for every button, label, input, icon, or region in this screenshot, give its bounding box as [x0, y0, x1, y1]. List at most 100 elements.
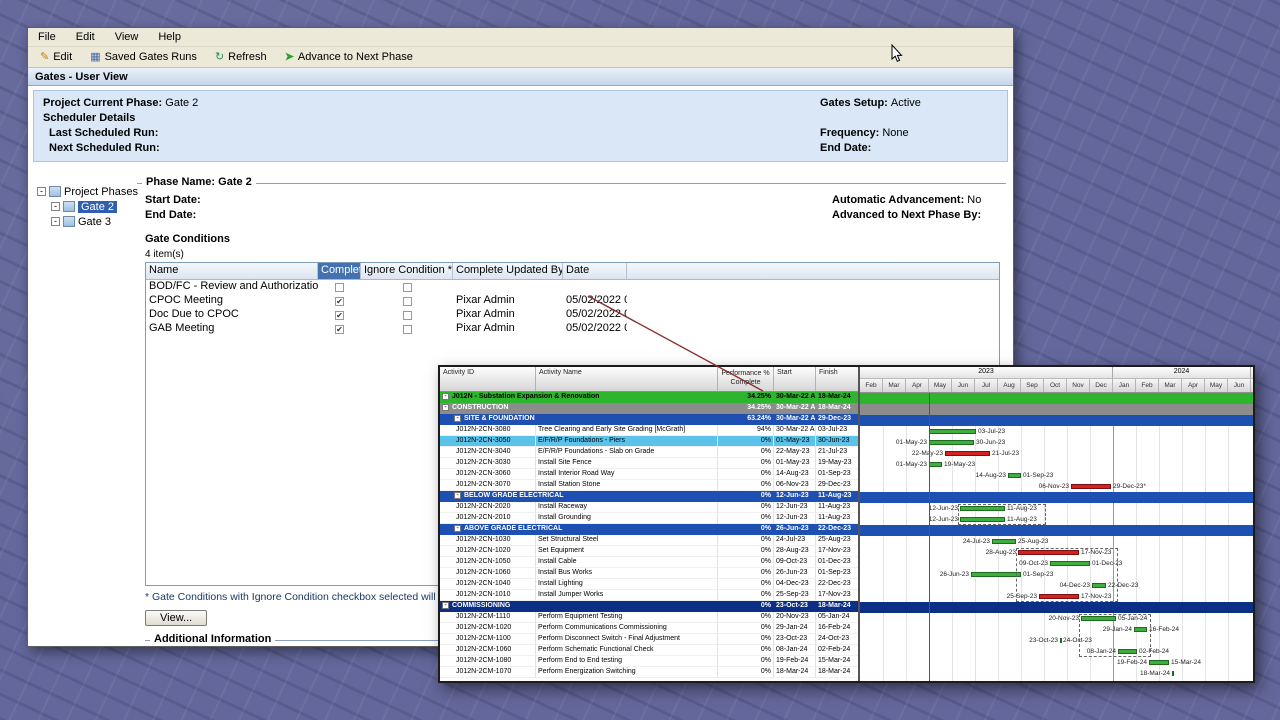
activity-row[interactable]: J012N-2CN-3060Install Interior Road Way0…: [440, 469, 858, 480]
gantt-bar[interactable]: [929, 440, 974, 445]
complete-checkbox[interactable]: ✔: [318, 308, 361, 322]
tree-root-project-phases[interactable]: - Project Phases: [37, 184, 137, 199]
activity-row[interactable]: J012N-2CN-1050Install Cable0%09-Oct-2301…: [440, 557, 858, 568]
group-band-row[interactable]: -CONSTRUCTION34.25%30-Mar-22 A18-Mar-24: [440, 403, 858, 414]
group-band-row[interactable]: -COMMISSIONING0%23-Oct-2318-Mar-24: [440, 601, 858, 612]
refresh-button[interactable]: ↻ Refresh: [209, 50, 273, 64]
menu-help[interactable]: Help: [158, 31, 181, 43]
collapse-icon[interactable]: -: [37, 187, 46, 196]
column-header-filler: [627, 263, 999, 279]
complete-checkbox[interactable]: ✔: [318, 322, 361, 336]
menu-file[interactable]: File: [38, 31, 56, 43]
group-band-row[interactable]: -BELOW GRADE ELECTRICAL0%12-Jun-2311-Aug…: [440, 491, 858, 502]
start-cell: 12-Jun-23: [774, 491, 816, 502]
gantt-bar[interactable]: [1071, 484, 1111, 489]
gantt-bar[interactable]: [1008, 473, 1021, 478]
collapse-icon[interactable]: -: [51, 202, 60, 211]
collapse-icon[interactable]: -: [454, 525, 461, 532]
finish-cell: 15-Mar-24: [816, 656, 858, 667]
condition-row[interactable]: Doc Due to CPOC✔Pixar Admin05/02/2022 0: [146, 308, 999, 322]
finish-cell: 29-Dec-23: [816, 414, 858, 425]
activity-id-cell: J012N-2CN-2020: [440, 502, 536, 513]
column-header-performance[interactable]: Performance % Complete: [718, 367, 774, 391]
activity-name-cell: Perform Communications Commissioning: [536, 623, 718, 634]
collapse-icon[interactable]: -: [454, 415, 461, 422]
activity-row[interactable]: J012N-2CN-3070Install Station Stone0%06-…: [440, 480, 858, 491]
column-header-ignore[interactable]: Ignore Condition *: [361, 263, 453, 279]
column-header-activity-name[interactable]: Activity Name: [536, 367, 718, 391]
activity-id-cell: J012N-2CN-3070: [440, 480, 536, 491]
column-header-start[interactable]: Start: [774, 367, 816, 391]
performance-pct-cell: 0%: [718, 491, 774, 502]
group-band-row[interactable]: -J012N - Substation Expansion & Renovati…: [440, 392, 858, 403]
column-header-date[interactable]: Date: [563, 263, 627, 279]
finish-cell: 18-Mar-24: [816, 403, 858, 414]
activity-row[interactable]: J012N-2CN-3080Tree Clearing and Early Si…: [440, 425, 858, 436]
start-cell: 20-Nov-23: [774, 612, 816, 623]
advance-next-phase-button[interactable]: ➤ Advance to Next Phase: [279, 50, 419, 64]
activity-row[interactable]: J012N-2CN-1020Set Equipment0%28-Aug-2317…: [440, 546, 858, 557]
gantt-bar-start-label: 19-Feb-24: [860, 659, 1147, 666]
gantt-month-label: Mar: [1159, 379, 1182, 392]
start-cell: 25-Sep-23: [774, 590, 816, 601]
collapse-icon[interactable]: -: [454, 492, 461, 499]
column-header-activity-id[interactable]: Activity ID: [440, 367, 536, 391]
group-band-row[interactable]: -SITE & FOUNDATION63.24%30-Mar-22 A29-De…: [440, 414, 858, 425]
activity-row[interactable]: J012N-2CN-1060Install Bus Works0%26-Jun-…: [440, 568, 858, 579]
activity-row[interactable]: J012N-2CM-1110Perform Equipment Testing0…: [440, 612, 858, 623]
gantt-bar-start-label: 12-Jun-23: [860, 505, 958, 512]
activity-row[interactable]: J012N-2CM-1020Perform Communications Com…: [440, 623, 858, 634]
gantt-bar[interactable]: [1149, 660, 1169, 665]
performance-pct-cell: 0%: [718, 590, 774, 601]
finish-cell: 22-Dec-23: [816, 579, 858, 590]
activity-name-cell: Perform End to End testing: [536, 656, 718, 667]
condition-row[interactable]: GAB Meeting✔Pixar Admin05/02/2022 0: [146, 322, 999, 336]
gantt-bar[interactable]: [992, 539, 1016, 544]
collapse-icon[interactable]: -: [442, 393, 449, 400]
column-header-updated-by[interactable]: Complete Updated By: [453, 263, 563, 279]
activity-row[interactable]: J012N-2CM-1070Perform Energization Switc…: [440, 667, 858, 678]
tree-item-gate-2[interactable]: - Gate 2: [51, 199, 137, 214]
complete-checkbox[interactable]: [318, 280, 361, 294]
activity-row[interactable]: J012N-2CN-1010Install Jumper Works0%25-S…: [440, 590, 858, 601]
gantt-bar[interactable]: [1172, 671, 1174, 676]
ignore-condition-checkbox[interactable]: [361, 280, 453, 294]
gantt-bar[interactable]: [929, 429, 976, 434]
collapse-icon[interactable]: -: [442, 602, 449, 609]
column-header-name[interactable]: Name: [146, 263, 318, 279]
menu-view[interactable]: View: [115, 31, 139, 43]
conditions-view-button[interactable]: View...: [145, 610, 207, 626]
menu-edit[interactable]: Edit: [76, 31, 95, 43]
ignore-condition-checkbox[interactable]: [361, 294, 453, 308]
activity-row[interactable]: J012N-2CN-2020Install Raceway0%12-Jun-23…: [440, 502, 858, 513]
condition-row[interactable]: CPOC Meeting✔Pixar Admin05/02/2022 0: [146, 294, 999, 308]
activity-row[interactable]: J012N-2CN-1040Install Lighting0%04-Dec-2…: [440, 579, 858, 590]
activity-row[interactable]: J012N-2CN-1030Set Structural Steel0%24-J…: [440, 535, 858, 546]
complete-checkbox[interactable]: ✔: [318, 294, 361, 308]
condition-row[interactable]: BOD/FC - Review and Authorization: [146, 280, 999, 294]
activity-row[interactable]: J012N-2CM-1060Perform Schematic Function…: [440, 645, 858, 656]
gantt-bar[interactable]: [971, 572, 1021, 577]
activity-row[interactable]: J012N-2CM-1100Perform Disconnect Switch …: [440, 634, 858, 645]
collapse-icon[interactable]: -: [51, 217, 60, 226]
gantt-bar[interactable]: [945, 451, 990, 456]
group-band-row[interactable]: -ABOVE GRADE ELECTRICAL0%26-Jun-2322-Dec…: [440, 524, 858, 535]
edit-button[interactable]: ✎ Edit: [34, 50, 78, 64]
activity-row[interactable]: J012N-2CN-3030Install Site Fence0%01-May…: [440, 458, 858, 469]
activity-row[interactable]: J012N-2CN-2010Install Grounding0%12-Jun-…: [440, 513, 858, 524]
gantt-bar[interactable]: [929, 462, 942, 467]
column-header-complete[interactable]: Complete: [318, 263, 361, 279]
gantt-month-label: May: [1205, 379, 1228, 392]
ignore-condition-checkbox[interactable]: [361, 308, 453, 322]
activity-row[interactable]: J012N-2CM-1080Perform End to End testing…: [440, 656, 858, 667]
frequency-value: None: [882, 127, 908, 139]
gates-setup-label: Gates Setup:: [820, 97, 888, 109]
saved-gates-runs-button[interactable]: ▦ Saved Gates Runs: [84, 50, 203, 64]
activity-row[interactable]: J012N-2CN-3040E/F/R/P Foundations - Slab…: [440, 447, 858, 458]
activity-row[interactable]: J012N-2CN-3050E/F/R/P Foundations - Pier…: [440, 436, 858, 447]
gantt-bar[interactable]: [1060, 638, 1062, 643]
collapse-icon[interactable]: -: [442, 404, 449, 411]
tree-item-gate-3[interactable]: - Gate 3: [51, 214, 137, 229]
column-header-finish[interactable]: Finish: [816, 367, 858, 391]
ignore-condition-checkbox[interactable]: [361, 322, 453, 336]
